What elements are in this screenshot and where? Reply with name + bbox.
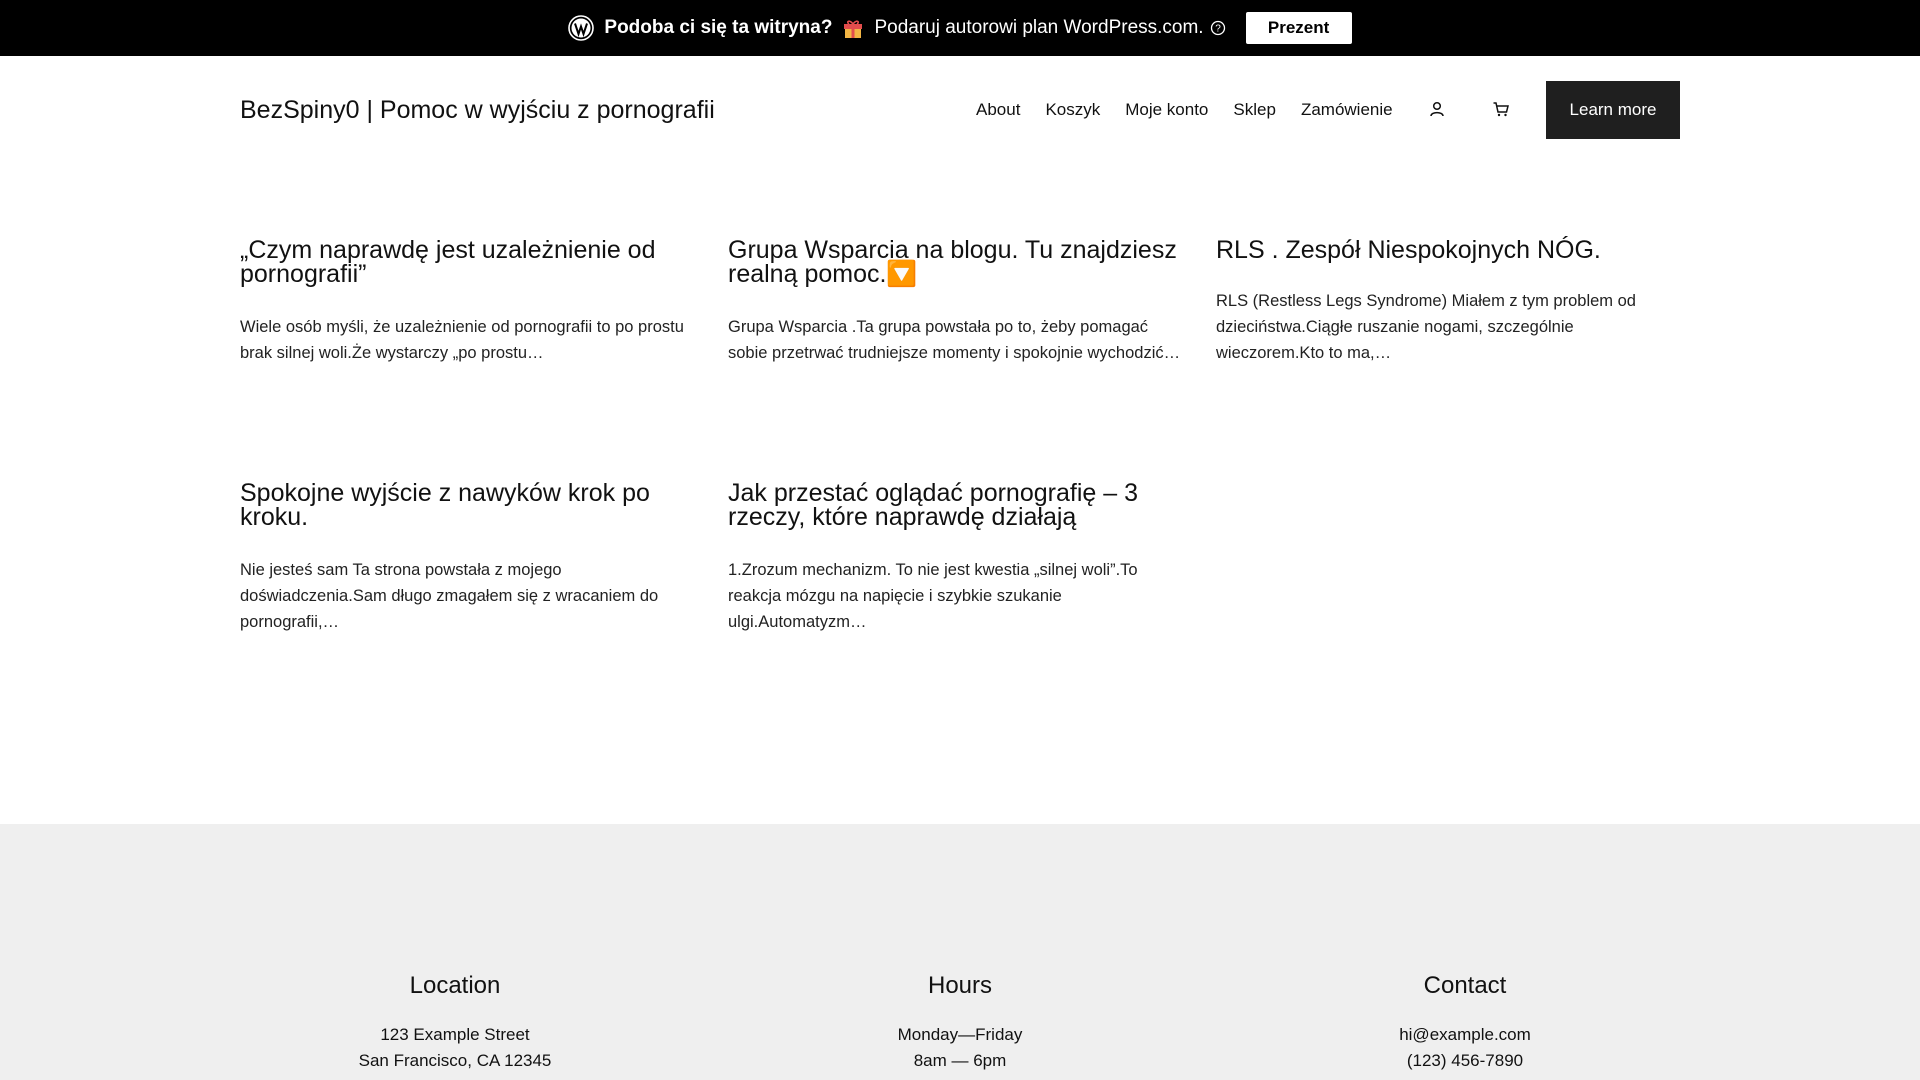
footer-heading: Location	[409, 972, 501, 999]
post-excerpt: Wiele osób myśli, że uzależnienie od por…	[240, 318, 684, 362]
nav-item-about[interactable]: About	[976, 100, 1020, 120]
post-title[interactable]: „Czym naprawdę jest uzależnienie od porn…	[240, 238, 700, 287]
post-title[interactable]: Grupa Wsparcia na blogu. Tu znajdziesz r…	[728, 238, 1188, 287]
help-circle-icon[interactable]: ?	[1210, 20, 1226, 36]
post-card: Jak przestać oglądać pornografię – 3 rze…	[728, 481, 1188, 635]
address-line: 123 Example Street	[380, 1025, 530, 1044]
post-card: RLS . Zespół Niespokojnych NÓG. RLS (Res…	[1216, 238, 1676, 366]
hours-line: 8am — 6pm	[913, 1051, 1007, 1070]
post-card: Spokojne wyjście z nawyków krok po kroku…	[240, 481, 700, 635]
post-title[interactable]: Jak przestać oglądać pornografię – 3 rze…	[728, 481, 1188, 530]
post-excerpt: RLS (Restless Legs Syndrome) Miałem z ty…	[1216, 292, 1636, 362]
contact-email[interactable]: hi@example.com	[1265, 1022, 1665, 1048]
svg-text:?: ?	[1215, 24, 1221, 35]
site-header: BezSpiny0 | Pomoc w wyjściu z pornografi…	[0, 56, 1920, 164]
user-icon[interactable]	[1426, 98, 1448, 120]
promo-bar: Podoba ci się ta witryna? Podaruj autoro…	[0, 0, 1920, 56]
wordpress-logo-icon	[568, 15, 595, 41]
address-line: San Francisco, CA 12345	[358, 1051, 552, 1070]
footer-heading: Hours	[927, 972, 993, 999]
post-title[interactable]: Spokojne wyjście z nawyków krok po kroku…	[240, 481, 700, 530]
site-footer: Location 123 Example Street San Francisc…	[0, 824, 1920, 1080]
contact-phone[interactable]: (123) 456-7890	[1265, 1048, 1665, 1074]
post-excerpt: Grupa Wsparcia .Ta grupa powstała po to,…	[728, 318, 1181, 362]
footer-contact: Contact hi@example.com (123) 456-7890	[1265, 972, 1665, 1074]
footer-hours: Hours Monday—Friday 8am — 6pm	[760, 972, 1160, 1074]
learn-more-button[interactable]: Learn more	[1546, 81, 1680, 139]
main-nav: About Koszyk Moje konto Sklep Zamówienie	[976, 100, 1418, 120]
promo-question: Podoba ci się ta witryna?	[604, 17, 833, 38]
cart-icon[interactable]	[1490, 98, 1512, 120]
nav-item-cart[interactable]: Koszyk	[1045, 100, 1100, 120]
post-title[interactable]: RLS . Zespół Niespokojnych NÓG.	[1216, 238, 1676, 263]
post-card: Grupa Wsparcia na blogu. Tu znajdziesz r…	[728, 238, 1188, 366]
footer-heading: Contact	[1423, 972, 1507, 999]
hours-line: Monday—Friday	[897, 1025, 1023, 1044]
gift-button[interactable]: Prezent	[1245, 12, 1352, 44]
site-title[interactable]: BezSpiny0 | Pomoc w wyjściu z pornografi…	[240, 96, 715, 125]
promo-offer: Podaruj autorowi plan WordPress.com.	[874, 17, 1204, 38]
post-card: „Czym naprawdę jest uzależnienie od porn…	[240, 238, 700, 366]
nav-item-order[interactable]: Zamówienie	[1301, 100, 1393, 120]
post-excerpt: Nie jesteś sam Ta strona powstała z moje…	[240, 561, 659, 631]
nav-item-shop[interactable]: Sklep	[1233, 100, 1276, 120]
footer-location: Location 123 Example Street San Francisc…	[255, 972, 655, 1074]
gift-icon	[842, 17, 864, 39]
nav-item-my-account[interactable]: Moje konto	[1125, 100, 1208, 120]
post-excerpt: 1.Zrozum mechanizm. To nie jest kwestia …	[728, 561, 1138, 631]
